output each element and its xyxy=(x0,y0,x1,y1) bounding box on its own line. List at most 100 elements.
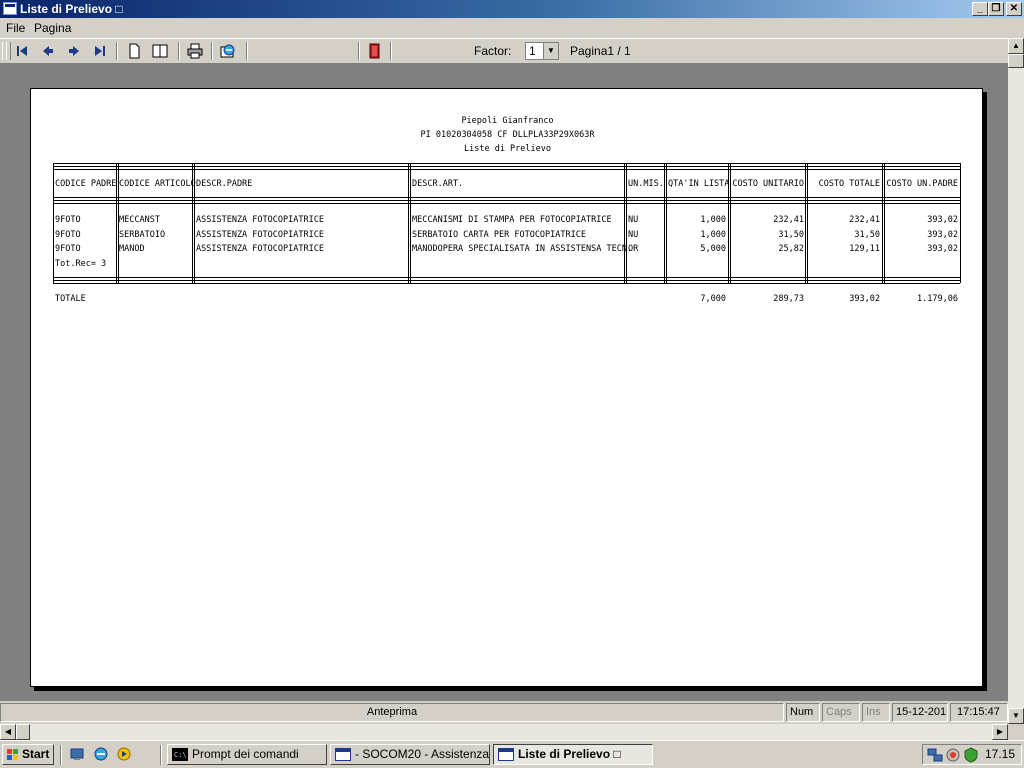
table-cell: 393,02 xyxy=(927,244,958,254)
column-rule xyxy=(805,163,806,283)
chevron-down-icon[interactable]: ▼ xyxy=(543,43,558,59)
report-title: Liste di Prelievo xyxy=(464,144,551,154)
menu-file[interactable]: File xyxy=(6,21,25,35)
table-cell: 1,000 xyxy=(700,230,726,240)
table-rule xyxy=(53,200,960,201)
table-cell: ASSISTENZA FOTOCOPIATRICE xyxy=(196,244,324,254)
column-header: DESCR.ART. xyxy=(412,179,464,189)
table-cell: MANODOPERA SPECIALISATA IN ASSISTENSA TE… xyxy=(412,244,633,254)
factor-value: 1 xyxy=(529,44,536,58)
table-rule xyxy=(53,169,960,170)
column-header: QTA'IN LISTA xyxy=(668,179,730,189)
column-header: COSTO UN.PADRE xyxy=(886,179,958,189)
next-page-icon[interactable] xyxy=(64,42,84,60)
table-cell: NU xyxy=(628,215,639,225)
two-pages-icon[interactable] xyxy=(150,42,170,60)
toolbar-separator xyxy=(358,42,360,60)
toolbar-separator xyxy=(390,42,392,60)
internet-explorer-icon[interactable] xyxy=(93,746,109,762)
table-cell: SERBATOIO xyxy=(119,230,166,240)
column-header: COSTO UNITARIO xyxy=(732,179,804,189)
print-preview-area[interactable]: Piepoli Gianfranco PI 01020304058 CF DLL… xyxy=(0,64,1008,701)
column-rule xyxy=(664,163,665,283)
column-rule xyxy=(410,163,411,283)
scroll-up-icon[interactable]: ▲ xyxy=(1008,38,1024,54)
restore-button[interactable]: ❐ xyxy=(988,2,1004,16)
table-cell: 232,41 xyxy=(773,215,804,225)
shield-icon[interactable] xyxy=(963,747,979,763)
table-cell: MANOD xyxy=(119,244,145,254)
scroll-thumb[interactable] xyxy=(1008,54,1024,68)
start-label: Start xyxy=(22,747,50,761)
vertical-scrollbar[interactable]: ▲ ▼ xyxy=(1008,38,1024,724)
total-parent-cost: 1.179,06 xyxy=(917,294,958,304)
table-cell: 393,02 xyxy=(927,230,958,240)
record-count: Tot.Rec= 3 xyxy=(55,259,107,269)
toolbar-grip[interactable] xyxy=(6,42,11,60)
start-button[interactable]: Start xyxy=(2,744,54,765)
toolbar-separator xyxy=(116,42,118,60)
last-page-icon[interactable] xyxy=(90,42,110,60)
table-cell: 393,02 xyxy=(927,215,958,225)
toolbar: Factor: 1 ▼ Pagina1 / 1 xyxy=(0,38,1008,64)
window-icon xyxy=(498,748,514,761)
show-desktop-icon[interactable] xyxy=(69,746,85,762)
printer-icon[interactable] xyxy=(185,42,205,60)
exit-door-icon[interactable] xyxy=(365,42,385,60)
column-rule xyxy=(408,163,409,283)
scroll-left-icon[interactable]: ◀ xyxy=(0,724,16,740)
column-header: DESCR.PADRE xyxy=(196,179,253,189)
single-page-icon[interactable] xyxy=(124,42,144,60)
total-label: TOTALE xyxy=(55,294,86,304)
column-rule xyxy=(624,163,625,283)
column-header: UN.MIS. xyxy=(628,179,664,189)
previous-page-icon[interactable] xyxy=(38,42,58,60)
taskbar-item-socom20[interactable]: - SOCOM20 - Assistenza ... xyxy=(330,744,490,765)
taskbar-item-command-prompt[interactable]: C:\ Prompt dei comandi xyxy=(167,744,327,765)
factor-select[interactable]: 1 ▼ xyxy=(525,42,559,60)
report-page: Piepoli Gianfranco PI 01020304058 CF DLL… xyxy=(30,88,983,687)
table-rule xyxy=(53,280,960,281)
taskbar-separator xyxy=(160,745,162,765)
toolbar-separator xyxy=(178,42,180,60)
table-cell: 31,50 xyxy=(778,230,804,240)
toolbar-separator xyxy=(211,42,213,60)
scroll-right-icon[interactable]: ▶ xyxy=(992,724,1008,740)
security-icon[interactable] xyxy=(945,747,961,763)
network-icon[interactable] xyxy=(927,747,943,763)
factor-label: Factor: xyxy=(474,44,512,58)
toolbar-separator xyxy=(246,42,248,60)
page-indicator: Pagina1 / 1 xyxy=(570,44,631,58)
table-cell: 9FOTO xyxy=(55,230,81,240)
table-cell: 1,000 xyxy=(700,215,726,225)
close-button[interactable]: ✕ xyxy=(1006,2,1022,16)
status-mode: Anteprima xyxy=(0,703,784,722)
table-cell: 9FOTO xyxy=(55,215,81,225)
table-cell: ASSISTENZA FOTOCOPIATRICE xyxy=(196,230,324,240)
status-num: Num xyxy=(786,703,820,722)
task-label: - SOCOM20 - Assistenza ... xyxy=(355,747,490,761)
scroll-down-icon[interactable]: ▼ xyxy=(1008,708,1024,724)
window-title: Liste di Prelievo □ xyxy=(20,2,123,16)
export-icon[interactable] xyxy=(218,42,238,60)
first-page-icon[interactable] xyxy=(12,42,32,60)
column-header: CODICE ARTICOLO xyxy=(119,179,196,189)
minimize-button[interactable]: _ xyxy=(972,2,988,16)
title-bar[interactable]: Liste di Prelievo □ _ ❐ ✕ xyxy=(0,0,1024,18)
total-qty: 7,000 xyxy=(700,294,726,304)
window-icon[interactable] xyxy=(3,2,17,15)
media-player-icon[interactable] xyxy=(116,746,132,762)
table-cell: 129,11 xyxy=(849,244,880,254)
column-rule xyxy=(626,163,627,283)
taskbar: Start C:\ Prompt dei comandi - SOCOM20 -… xyxy=(0,740,1024,768)
total-cost: 393,02 xyxy=(849,294,880,304)
scroll-thumb[interactable] xyxy=(16,724,30,740)
menu-pagina[interactable]: Pagina xyxy=(34,21,71,35)
horizontal-scrollbar[interactable]: ◀ ▶ xyxy=(0,724,1008,740)
table-cell: 25,82 xyxy=(778,244,804,254)
table-rule xyxy=(53,197,960,198)
taskbar-item-liste-di-prelievo[interactable]: Liste di Prelievo □ xyxy=(493,744,653,765)
svg-text:C:\: C:\ xyxy=(174,751,187,759)
task-label: Prompt dei comandi xyxy=(192,747,299,761)
column-rule xyxy=(666,163,667,283)
